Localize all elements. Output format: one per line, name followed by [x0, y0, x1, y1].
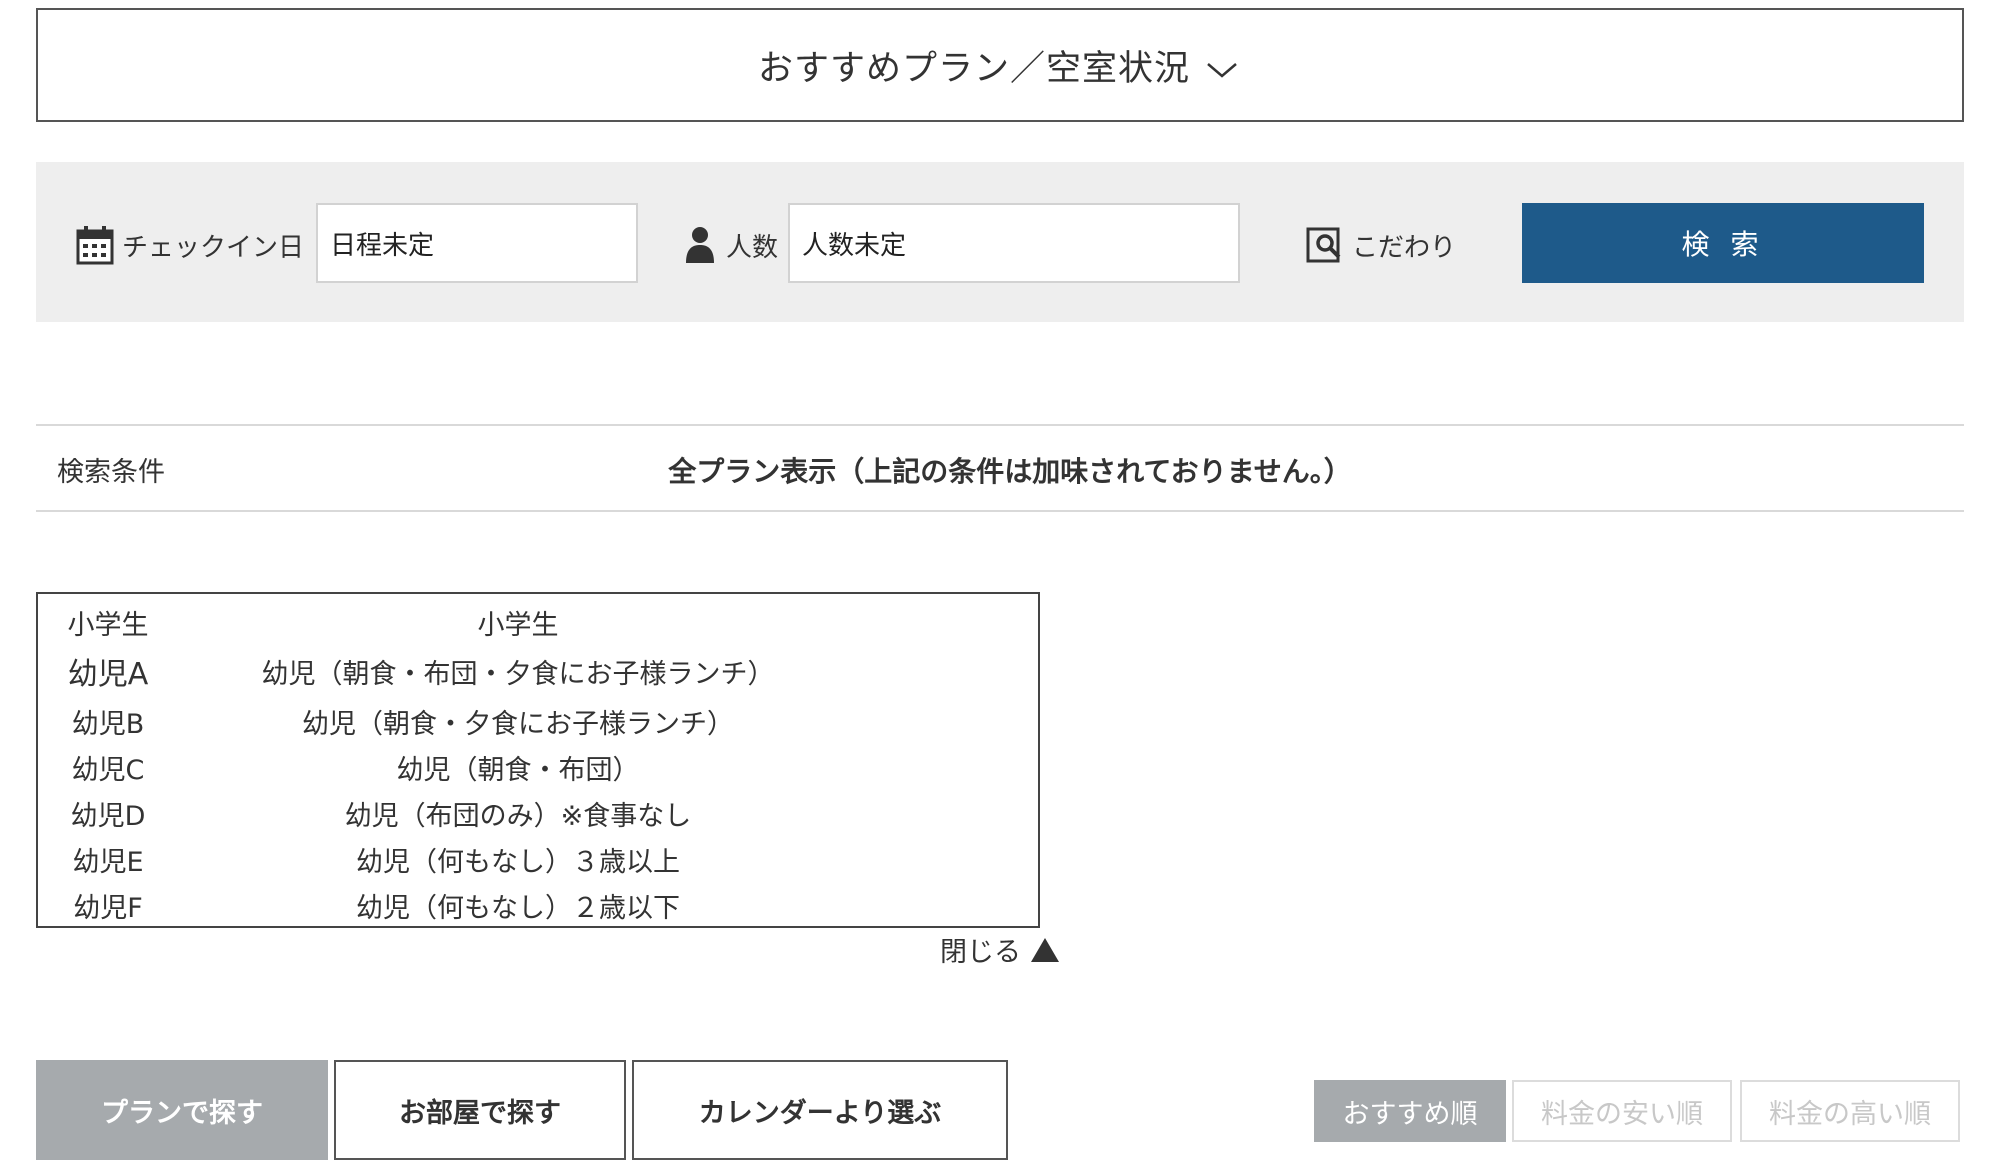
table-row: 小学生 小学生: [38, 602, 1038, 642]
table-row: 幼児B 幼児（朝食・夕食にお子様ランチ）: [38, 698, 1038, 744]
calendar-icon: [76, 226, 114, 265]
child-type-description: 幼児（何もなし）３歳以上: [356, 846, 680, 878]
plan-availability-toggle[interactable]: おすすめプラン／空室状況: [36, 8, 1964, 122]
checkin-label: チェックイン日: [122, 232, 305, 263]
child-type-code: 幼児F: [73, 892, 143, 924]
child-type-description: 幼児（朝食・布団・夕食にお子様ランチ）: [261, 658, 775, 690]
table-row: 幼児E 幼児（何もなし）３歳以上: [38, 836, 1038, 882]
table-row: 幼児A 幼児（朝食・布団・夕食にお子様ランチ）: [38, 648, 1038, 694]
search-conditions-text-row: 全プラン表示（上記の条件は加味されておりません。）: [36, 450, 1964, 490]
tab-plan-search[interactable]: プランで探す: [36, 1060, 328, 1160]
close-button[interactable]: 閉じる: [940, 930, 1059, 969]
child-type-description: 幼児（何もなし）２歳以下: [356, 892, 680, 924]
sort-recommended-button[interactable]: おすすめ順: [1314, 1080, 1506, 1142]
child-type-table: 小学生 小学生 幼児A 幼児（朝食・布団・夕食にお子様ランチ） 幼児B 幼児（朝…: [36, 592, 1040, 928]
table-row: 幼児C 幼児（朝食・布団）: [38, 744, 1038, 790]
preferences-button[interactable]: こだわり: [1306, 220, 1456, 270]
child-type-code: 幼児A: [67, 657, 149, 692]
search-conditions-text: 全プラン表示（上記の条件は加味されておりません。）: [668, 455, 1352, 488]
child-type-code: 幼児C: [71, 754, 145, 786]
table-row: 幼児D 幼児（布団のみ）※食事なし: [38, 790, 1038, 836]
people-count-field[interactable]: 人数未定: [788, 203, 1240, 283]
people-label-group: 人数: [684, 220, 778, 270]
triangle-up-icon: [1031, 937, 1059, 962]
child-type-code: 幼児D: [70, 800, 146, 832]
child-type-description: 幼児（布団のみ）※食事なし: [344, 800, 692, 832]
search-button[interactable]: 検 索: [1522, 203, 1924, 283]
people-label: 人数: [726, 232, 779, 263]
person-icon: [686, 227, 714, 263]
checkin-date-field[interactable]: 日程未定: [316, 203, 638, 283]
tab-calendar-select[interactable]: カレンダーより選ぶ: [632, 1060, 1008, 1160]
child-type-description: 幼児（朝食・布団）: [396, 754, 640, 786]
chevron-down-icon: [1207, 63, 1237, 78]
checkin-label-group: チェックイン日: [76, 220, 304, 270]
tab-room-search[interactable]: お部屋で探す: [334, 1060, 626, 1160]
divider: [36, 424, 1964, 426]
close-label: 閉じる: [940, 937, 1021, 968]
divider: [36, 510, 1964, 512]
preferences-label: こだわり: [1352, 232, 1457, 263]
child-type-code: 小学生: [67, 609, 149, 641]
child-type-code: 幼児B: [71, 708, 145, 740]
page-title: おすすめプラン／空室状況: [757, 48, 1190, 89]
search-filter-icon: [1306, 227, 1341, 263]
child-type-description: 小学生: [477, 609, 559, 641]
sort-price-low-button[interactable]: 料金の安い順: [1512, 1080, 1732, 1142]
child-type-description: 幼児（朝食・夕食にお子様ランチ）: [302, 708, 734, 740]
sort-price-high-button[interactable]: 料金の高い順: [1740, 1080, 1960, 1142]
child-type-code: 幼児E: [72, 846, 144, 878]
search-conditions-label: 検索条件: [57, 457, 165, 488]
table-row: 幼児F 幼児（何もなし）２歳以下: [38, 882, 1038, 928]
